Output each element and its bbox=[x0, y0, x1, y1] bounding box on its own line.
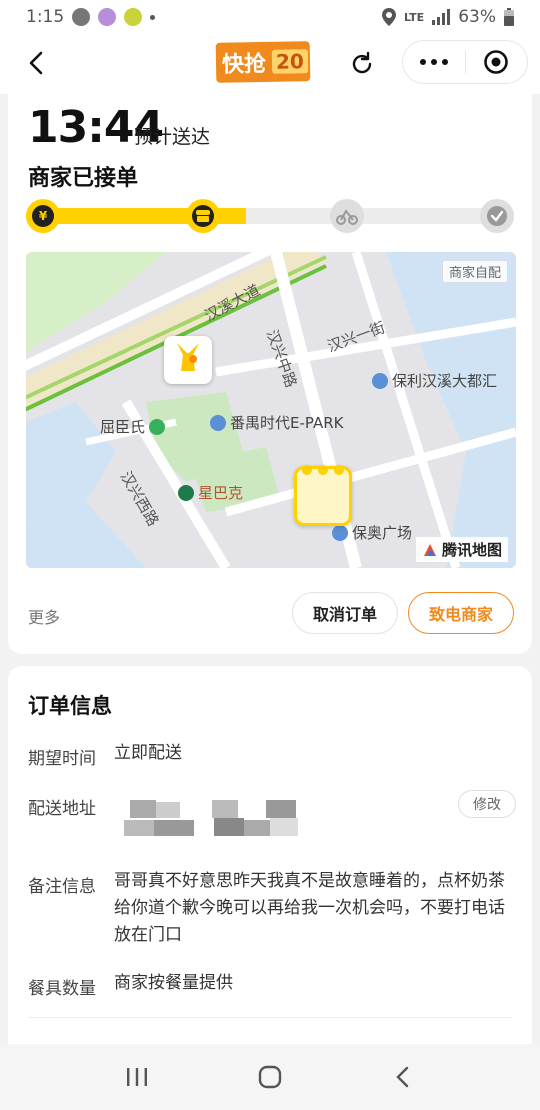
poi-label: 番禺时代E-PARK bbox=[230, 414, 344, 432]
building-icon bbox=[372, 372, 388, 389]
back-arrow-icon bbox=[29, 51, 43, 75]
home-icon bbox=[258, 1065, 282, 1089]
system-nav-bar bbox=[0, 1044, 540, 1110]
rider-icon bbox=[336, 209, 358, 225]
miniprogram-capsule bbox=[402, 40, 528, 84]
app-notification-icon bbox=[124, 8, 143, 26]
avatar-icon bbox=[98, 8, 117, 26]
merchant-marker[interactable] bbox=[294, 465, 352, 526]
more-notifications-icon bbox=[150, 14, 156, 20]
paid-icon: ¥ bbox=[32, 205, 54, 227]
status-bar: 1:15 LTE 63% bbox=[0, 0, 540, 34]
map-poi: 星巴克 bbox=[178, 482, 243, 503]
cancel-order-button[interactable]: 取消订单 bbox=[292, 592, 398, 634]
step-paid: ¥ bbox=[26, 199, 60, 233]
order-status-title: 商家已接单 bbox=[28, 166, 139, 191]
address-value-redacted bbox=[120, 800, 300, 838]
merchant-icon bbox=[192, 205, 214, 227]
step-merchant bbox=[186, 199, 220, 233]
nav-bar: 快抢 20 bbox=[0, 34, 540, 94]
network-label: LTE bbox=[403, 10, 425, 24]
divider bbox=[28, 1017, 512, 1018]
step-delivered bbox=[480, 199, 514, 233]
rider-marker[interactable] bbox=[164, 336, 212, 384]
tencent-map-icon bbox=[423, 543, 436, 556]
delivery-map[interactable]: 商家自配 汉溪大道 汉兴中路 汉兴一街 汉兴西路 保利汉溪大都汇 屈臣氏 番禺时… bbox=[26, 252, 516, 568]
shop-icon bbox=[149, 418, 166, 435]
more-button[interactable] bbox=[403, 40, 465, 84]
call-merchant-button[interactable]: 致电商家 bbox=[408, 592, 514, 634]
location-icon bbox=[381, 8, 396, 26]
tableware-value: 商家按餐量提供 bbox=[114, 973, 233, 993]
building-icon bbox=[210, 414, 226, 431]
edit-address-button[interactable]: 修改 bbox=[458, 790, 516, 818]
system-back-button[interactable] bbox=[373, 1057, 433, 1097]
map-poi: 番禺时代E-PARK bbox=[210, 412, 344, 433]
order-progress: ¥ bbox=[26, 198, 514, 234]
eta-label: 预计送达 bbox=[134, 126, 211, 148]
logo-text: 快抢 bbox=[221, 51, 267, 78]
map-poi: 屈臣氏 bbox=[100, 416, 166, 437]
battery-icon bbox=[504, 8, 514, 26]
signal-icon bbox=[432, 9, 451, 25]
map-brand-label: 腾讯地图 bbox=[441, 541, 502, 559]
delivered-icon bbox=[487, 206, 507, 226]
recent-apps-icon bbox=[126, 1068, 147, 1086]
poi-label: 保奥广场 bbox=[352, 524, 413, 542]
close-target-icon bbox=[484, 50, 509, 74]
poi-label: 星巴克 bbox=[198, 484, 244, 502]
battery-percent: 63% bbox=[458, 7, 496, 27]
more-dots-icon bbox=[419, 59, 426, 65]
remark-label: 备注信息 bbox=[28, 877, 96, 897]
tableware-label: 餐具数量 bbox=[28, 979, 96, 999]
wechat-icon bbox=[72, 8, 91, 26]
address-label: 配送地址 bbox=[28, 799, 96, 819]
map-poi: 保利汉溪大都汇 bbox=[372, 370, 497, 391]
app-logo: 快抢 20 bbox=[215, 41, 311, 83]
shop-marker-icon bbox=[302, 465, 344, 475]
order-status-card: 13:44 预计送达 商家已接单 ¥ 商家自配 汉溪大道 汉兴中路 汉兴一街 汉… bbox=[8, 94, 532, 654]
expected-time-value: 立即配送 bbox=[114, 743, 182, 763]
more-dots-icon bbox=[430, 59, 437, 65]
more-link[interactable]: 更多 bbox=[28, 604, 60, 628]
more-dots-icon bbox=[441, 59, 448, 65]
starbucks-icon bbox=[178, 484, 194, 501]
refresh-icon bbox=[352, 51, 372, 74]
poi-label: 屈臣氏 bbox=[100, 418, 146, 436]
refresh-button[interactable] bbox=[348, 50, 376, 78]
status-time: 1:15 bbox=[26, 7, 65, 27]
order-info-card: 订单信息 期望时间 立即配送 配送地址 修改 备注信息 哥哥真不好意思昨天我真不… bbox=[8, 666, 532, 1046]
order-info-title: 订单信息 bbox=[28, 694, 112, 718]
poi-label: 保利汉溪大都汇 bbox=[392, 372, 498, 390]
back-button[interactable] bbox=[22, 48, 52, 78]
expected-time-label: 期望时间 bbox=[28, 749, 96, 769]
map-brand: 腾讯地图 bbox=[415, 537, 508, 562]
rider-mascot-icon bbox=[177, 343, 199, 371]
recent-apps-button[interactable] bbox=[107, 1057, 167, 1097]
step-rider bbox=[330, 199, 364, 233]
logo-badge: 20 bbox=[271, 49, 309, 74]
close-button[interactable] bbox=[465, 40, 527, 84]
remark-value: 哥哥真不好意思昨天我真不是故意睡着的，点杯奶茶给你道个歉今晚可以再给我一次机会吗… bbox=[114, 871, 505, 945]
map-background bbox=[26, 252, 516, 568]
system-back-icon bbox=[396, 1066, 409, 1088]
building-icon bbox=[332, 524, 348, 541]
map-badge: 商家自配 bbox=[441, 260, 508, 283]
home-button[interactable] bbox=[240, 1057, 300, 1097]
